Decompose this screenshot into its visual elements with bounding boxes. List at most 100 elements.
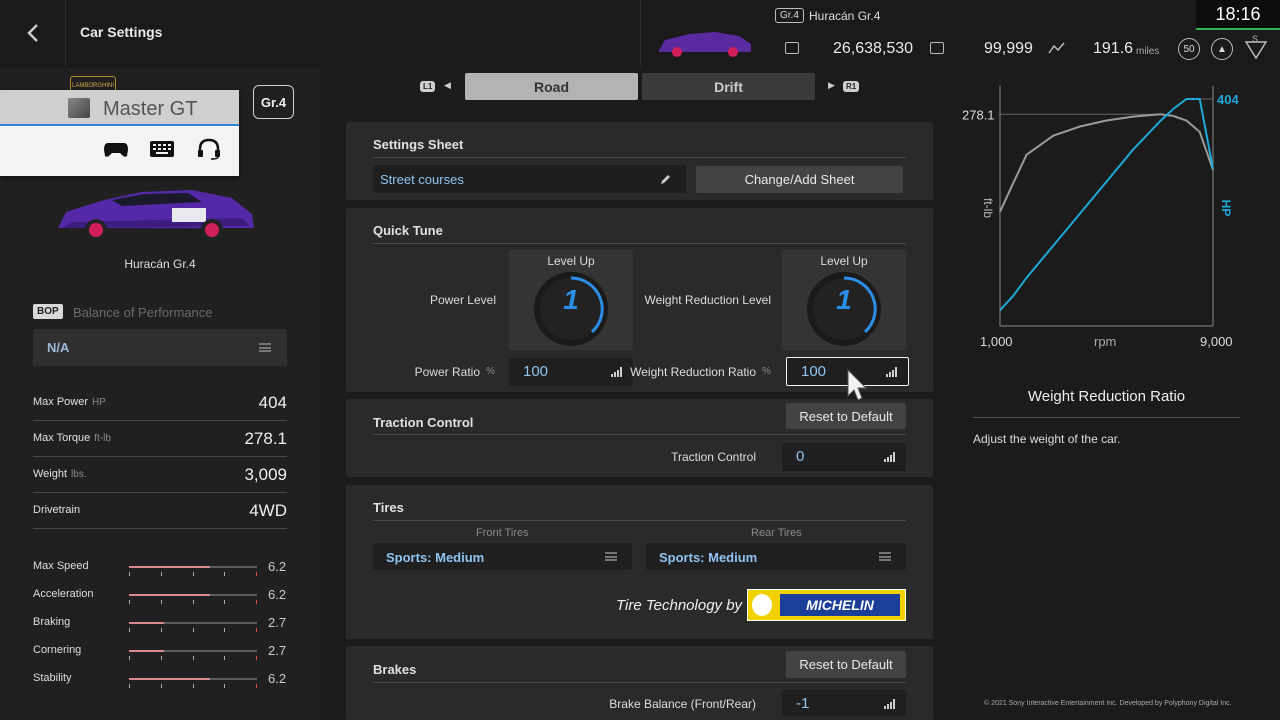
sheet-name-field[interactable]: Street courses <box>373 165 686 193</box>
rear-tires-select[interactable]: Sports: Medium <box>646 543 906 570</box>
perf-tick <box>224 684 226 688</box>
spec-label: Max Torque <box>33 432 91 444</box>
perf-label: Stability <box>33 672 72 684</box>
divider <box>373 520 906 521</box>
rear-tires-value: Sports: Medium <box>659 550 758 565</box>
divider <box>373 243 906 244</box>
change-add-sheet-button[interactable]: Change/Add Sheet <box>696 166 903 193</box>
power-torque-chart: 278.1 404 1,000 9,000 rpm ft-lb HP <box>962 86 1239 349</box>
perf-tick <box>192 572 194 576</box>
perf-bar-fill <box>129 622 164 624</box>
user-popup-header: Master GT <box>0 90 239 126</box>
headset-icon[interactable] <box>196 138 222 160</box>
percent-unit: % <box>762 366 771 377</box>
sheet-name: Street courses <box>380 172 464 187</box>
distance-unit: miles <box>1136 46 1160 57</box>
bop-value: N/A <box>47 340 70 355</box>
level-badge: 50 <box>1178 38 1200 60</box>
spec-label: Max Power <box>33 396 89 408</box>
traction-reset-button[interactable]: Reset to Default <box>786 403 906 429</box>
weight-level-label: Weight Reduction Level <box>644 293 771 307</box>
left-axis-label: ft-lb <box>981 198 995 218</box>
avatar <box>68 98 90 118</box>
brake-balance-field[interactable]: -1 <box>782 690 906 716</box>
settings-sheet-card: Settings Sheet Street courses Change/Add… <box>346 122 933 200</box>
perf-tick <box>192 656 194 660</box>
perf-bar-fill <box>129 566 210 568</box>
spec-unit: HP <box>92 397 106 408</box>
perf-tick <box>224 656 226 660</box>
tires-title: Tires <box>373 500 404 515</box>
keyboard-icon[interactable] <box>149 138 175 160</box>
class-badge-large: Gr.4 <box>253 85 294 119</box>
tab-drift[interactable]: Drift <box>642 73 815 100</box>
power-level-label: Power Level <box>429 293 496 307</box>
mouse-cursor-icon <box>847 368 868 401</box>
weight-level-gauge: 1 <box>807 272 881 346</box>
divider <box>973 417 1240 418</box>
perf-bar <box>129 622 257 632</box>
power-ratio-label: Power Ratio <box>414 365 480 379</box>
bop-select[interactable]: N/A <box>33 329 287 366</box>
perf-value: 2.7 <box>268 643 287 658</box>
perf-bar <box>129 566 257 576</box>
power-ratio-value: 100 <box>523 363 549 380</box>
perf-label: Braking <box>33 616 71 628</box>
torque-series-line <box>999 113 1214 213</box>
user-popup: Master GT <box>0 90 239 176</box>
perf-bar <box>129 678 257 688</box>
spec-row-max-torque: Max Torque ft-lb 278.1 <box>33 421 287 457</box>
x-axis-label: rpm <box>1094 334 1116 349</box>
perf-tick <box>129 572 130 576</box>
perf-bar-fill <box>129 678 210 680</box>
traction-control-field[interactable]: 0 <box>782 443 906 471</box>
torque-peak-label: 278.1 <box>962 107 995 122</box>
perf-tick <box>129 628 130 632</box>
perf-tick <box>256 656 257 660</box>
tires-card: Tires Front Tires Rear Tires Sports: Med… <box>346 485 933 639</box>
perf-tick <box>192 684 194 688</box>
perf-tick <box>129 656 130 660</box>
r1-button-hint: R1 <box>843 81 860 92</box>
perf-tick <box>256 628 257 632</box>
brakes-title: Brakes <box>373 662 417 677</box>
perf-tick <box>224 600 226 604</box>
perf-value: 6.2 <box>268 559 287 574</box>
divider <box>373 682 906 683</box>
level-up-label: Level Up <box>820 254 868 268</box>
car-name: Huracán Gr.4 <box>809 9 881 23</box>
brakes-reset-button[interactable]: Reset to Default <box>786 651 906 678</box>
signal-bars-icon <box>884 699 896 709</box>
car-image <box>58 190 254 241</box>
power-level-dial[interactable]: Level Up 1 <box>509 250 633 350</box>
spec-unit: ft-lb <box>94 433 111 444</box>
power-ratio-field[interactable]: 100 <box>509 358 633 386</box>
spec-unit: lbs. <box>71 469 87 480</box>
left-car-name: Huracán Gr.4 <box>124 257 196 271</box>
signal-bars-icon <box>886 367 898 377</box>
perf-tick <box>224 628 226 632</box>
bop-label: Balance of Performance <box>73 305 213 320</box>
perf-tick <box>160 684 162 688</box>
perf-tick <box>160 656 162 660</box>
distance-value: 191.6 <box>1093 40 1134 57</box>
front-tires-value: Sports: Medium <box>386 550 485 565</box>
car-thumbnail-icon <box>659 32 751 57</box>
perf-value: 6.2 <box>268 671 287 686</box>
spec-value: 278.1 <box>244 429 287 448</box>
gamepad-icon[interactable] <box>103 138 129 160</box>
help-description: Adjust the weight of the car. <box>973 432 1121 446</box>
perf-label: Max Speed <box>33 560 89 572</box>
x-tick-label: 1,000 <box>980 334 1013 349</box>
back-button[interactable] <box>0 0 66 66</box>
spec-value: 3,009 <box>244 465 287 484</box>
arrow-right-icon: ▶ <box>828 80 835 90</box>
front-tires-header: Front Tires <box>476 527 529 539</box>
l1-button-hint: L1 <box>420 81 436 92</box>
front-tires-select[interactable]: Sports: Medium <box>373 543 632 570</box>
tab-road[interactable]: Road <box>465 73 638 100</box>
perf-bar-fill <box>129 594 210 596</box>
sponsor-logo-text: MICHELIN <box>780 594 900 616</box>
level-up-label: Level Up <box>547 254 595 268</box>
weight-level-dial[interactable]: Level Up 1 <box>782 250 906 350</box>
